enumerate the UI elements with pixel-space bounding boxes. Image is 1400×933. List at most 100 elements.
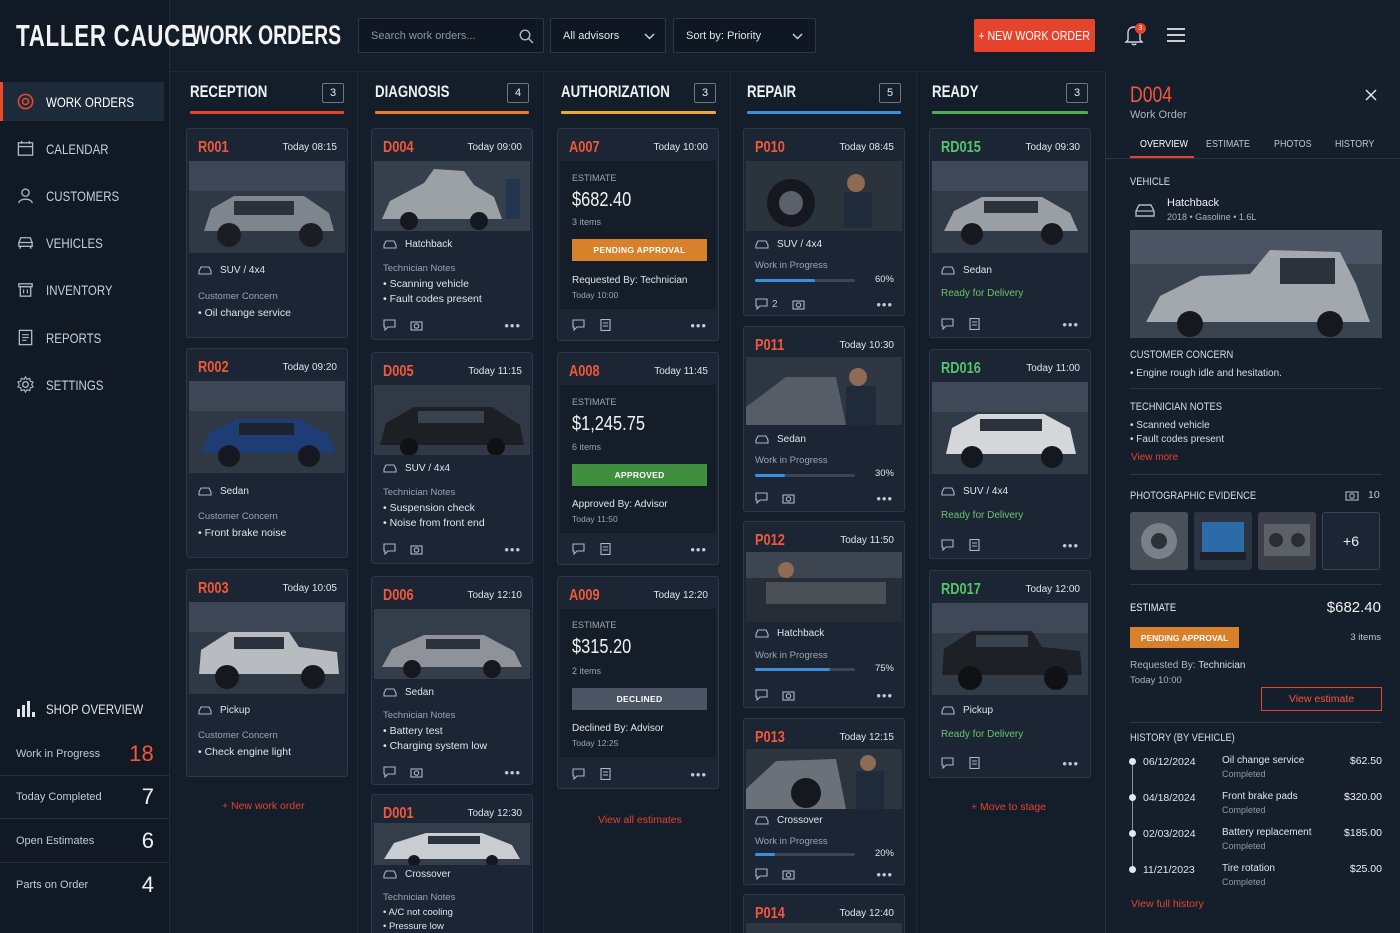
comment-icon[interactable] xyxy=(941,318,954,330)
more-options-icon[interactable]: ••• xyxy=(1062,317,1079,332)
view-full-history-link[interactable]: View full history xyxy=(1131,898,1204,910)
comment-icon[interactable] xyxy=(383,543,396,555)
status-badge: DECLINED xyxy=(572,688,707,710)
evidence-thumbnail[interactable] xyxy=(1194,512,1252,570)
nav-reports[interactable]: REPORTS xyxy=(0,318,164,357)
more-options-icon[interactable]: ••• xyxy=(690,318,707,333)
comment-icon[interactable] xyxy=(572,319,585,331)
camera-icon[interactable] xyxy=(792,298,805,310)
more-options-icon[interactable]: ••• xyxy=(504,318,521,333)
estimate-card-a008[interactable]: A008 Today 11:45 ESTIMATE $1,245.75 6 it… xyxy=(557,352,719,565)
history-item[interactable]: 04/18/2024 Front brake pads Completed $3… xyxy=(1129,790,1382,824)
comment-icon[interactable] xyxy=(755,492,768,504)
comment-icon[interactable] xyxy=(755,868,768,880)
work-order-card-p010[interactable]: P010 Today 08:45 SUV / 4x4 Work in Progr… xyxy=(743,128,905,316)
evidence-thumbnail[interactable] xyxy=(1258,512,1316,570)
vehicle-photo xyxy=(746,552,902,622)
view-more-link[interactable]: View more xyxy=(1131,452,1178,463)
more-options-icon[interactable]: ••• xyxy=(876,688,893,703)
work-order-card-rd015[interactable]: RD015 Today 09:30 Sedan Ready for Delive… xyxy=(929,128,1091,338)
comment-icon[interactable] xyxy=(572,768,585,780)
work-order-card-d004[interactable]: D004 Today 09:00 Hatchback Technician No… xyxy=(371,128,533,340)
tab-estimate[interactable]: ESTIMATE xyxy=(1206,138,1250,150)
camera-icon[interactable] xyxy=(782,689,795,701)
search-input[interactable]: Search work orders... xyxy=(358,18,544,53)
car-icon xyxy=(941,487,955,496)
camera-icon[interactable] xyxy=(410,766,423,778)
more-options-icon[interactable]: ••• xyxy=(876,867,893,882)
notifications-button[interactable]: 3 xyxy=(1124,23,1148,48)
camera-icon[interactable] xyxy=(782,492,795,504)
work-order-card-p012[interactable]: P012 Today 11:50 Hatchback Work in Progr… xyxy=(743,521,905,708)
more-options-icon[interactable]: ••• xyxy=(1062,756,1079,771)
work-order-card-d006[interactable]: D006 Today 12:10 Sedan Technician Notes … xyxy=(371,576,533,785)
work-order-card-d001[interactable]: D001 Today 12:30 Crossover Technician No… xyxy=(371,794,533,933)
comment-icon[interactable] xyxy=(941,539,954,551)
document-icon[interactable] xyxy=(599,543,612,555)
progress-bar xyxy=(755,853,855,856)
document-icon[interactable] xyxy=(968,318,981,330)
more-options-icon[interactable]: ••• xyxy=(504,765,521,780)
comment-icon[interactable] xyxy=(755,689,768,701)
view-estimate-button[interactable]: View estimate xyxy=(1261,687,1382,711)
document-icon[interactable] xyxy=(968,539,981,551)
comment-icon[interactable] xyxy=(572,543,585,555)
nav-inventory[interactable]: INVENTORY xyxy=(0,270,164,309)
nav-calendar[interactable]: CALENDAR xyxy=(0,129,164,168)
sort-select[interactable]: Sort by: Priority xyxy=(673,18,816,53)
menu-button[interactable] xyxy=(1166,27,1186,43)
tab-overview[interactable]: OVERVIEW xyxy=(1140,138,1188,150)
work-order-card-p013[interactable]: P013 Today 12:15 Crossover Work in Progr… xyxy=(743,718,905,885)
document-icon[interactable] xyxy=(599,768,612,780)
user-icon xyxy=(18,188,33,204)
more-options-icon[interactable]: ••• xyxy=(690,542,707,557)
history-item[interactable]: 06/12/2024 Oil change service Completed … xyxy=(1129,754,1382,788)
work-order-card-r003[interactable]: R003 Today 10:05 Pickup Customer Concern… xyxy=(186,569,348,777)
nav-customers[interactable]: CUSTOMERS xyxy=(0,176,164,215)
comment-icon[interactable] xyxy=(383,319,396,331)
camera-icon[interactable] xyxy=(410,543,423,555)
new-work-order-link[interactable]: + New work order xyxy=(222,800,305,812)
new-work-order-button[interactable]: + NEW WORK ORDER xyxy=(974,19,1095,52)
more-options-icon[interactable]: ••• xyxy=(876,491,893,506)
camera-icon[interactable] xyxy=(782,868,795,880)
more-options-icon[interactable]: ••• xyxy=(504,542,521,557)
comment-icon[interactable] xyxy=(941,757,954,769)
advisor-filter-select[interactable]: All advisors xyxy=(550,18,666,53)
work-order-card-r001[interactable]: R001 Today 08:15 SUV / 4x4 Customer Conc… xyxy=(186,128,348,338)
more-options-icon[interactable]: ••• xyxy=(876,297,893,312)
work-order-card-rd016[interactable]: RD016 Today 11:00 SUV / 4x4 Ready for De… xyxy=(929,349,1091,559)
document-icon[interactable] xyxy=(599,319,612,331)
tab-photos[interactable]: PHOTOS xyxy=(1274,138,1312,150)
search-icon[interactable] xyxy=(519,29,534,44)
history-item[interactable]: 02/03/2024 Battery replacement Completed… xyxy=(1129,826,1382,860)
more-options-icon[interactable]: ••• xyxy=(690,767,707,782)
nav-settings[interactable]: SETTINGS xyxy=(0,365,164,404)
vehicle-photo xyxy=(189,381,345,473)
work-order-card-p014[interactable]: P014 Today 12:40 xyxy=(743,894,905,933)
document-icon[interactable] xyxy=(968,757,981,769)
view-all-estimates-link[interactable]: View all estimates xyxy=(598,814,682,826)
nav-vehicles[interactable]: VEHICLES xyxy=(0,223,164,262)
evidence-thumbnail[interactable] xyxy=(1130,512,1188,570)
close-icon[interactable] xyxy=(1364,88,1378,102)
more-options-icon[interactable]: ••• xyxy=(1062,538,1079,553)
work-order-card-rd017[interactable]: RD017 Today 12:00 Pickup Ready for Deliv… xyxy=(929,570,1091,778)
work-order-card-r002[interactable]: R002 Today 09:20 Sedan Customer Concern … xyxy=(186,348,348,558)
move-to-stage-link[interactable]: + Move to stage xyxy=(971,801,1046,813)
work-order-card-p011[interactable]: P011 Today 10:30 Sedan Work in Progress … xyxy=(743,326,905,512)
comment-icon[interactable] xyxy=(755,298,768,310)
car-icon xyxy=(755,240,769,249)
work-order-card-d005[interactable]: D005 Today 11:15 SUV / 4x4 Technician No… xyxy=(371,352,533,564)
tab-history[interactable]: HISTORY xyxy=(1335,138,1374,150)
status-badge: APPROVED xyxy=(572,464,707,486)
more-photos-button[interactable]: +6 xyxy=(1322,512,1380,570)
camera-icon[interactable] xyxy=(410,319,423,331)
estimate-card-a007[interactable]: A007 Today 10:00 ESTIMATE $682.40 3 item… xyxy=(557,128,719,341)
comment-icon[interactable] xyxy=(383,766,396,778)
bar-chart-icon xyxy=(17,701,35,717)
trash-box-icon xyxy=(18,283,33,297)
estimate-card-a009[interactable]: A009 Today 12:20 ESTIMATE $315.20 2 item… xyxy=(557,576,719,789)
history-item[interactable]: 11/21/2023 Tire rotation Completed $25.0… xyxy=(1129,862,1382,896)
nav-work-orders[interactable]: WORK ORDERS xyxy=(0,82,164,121)
